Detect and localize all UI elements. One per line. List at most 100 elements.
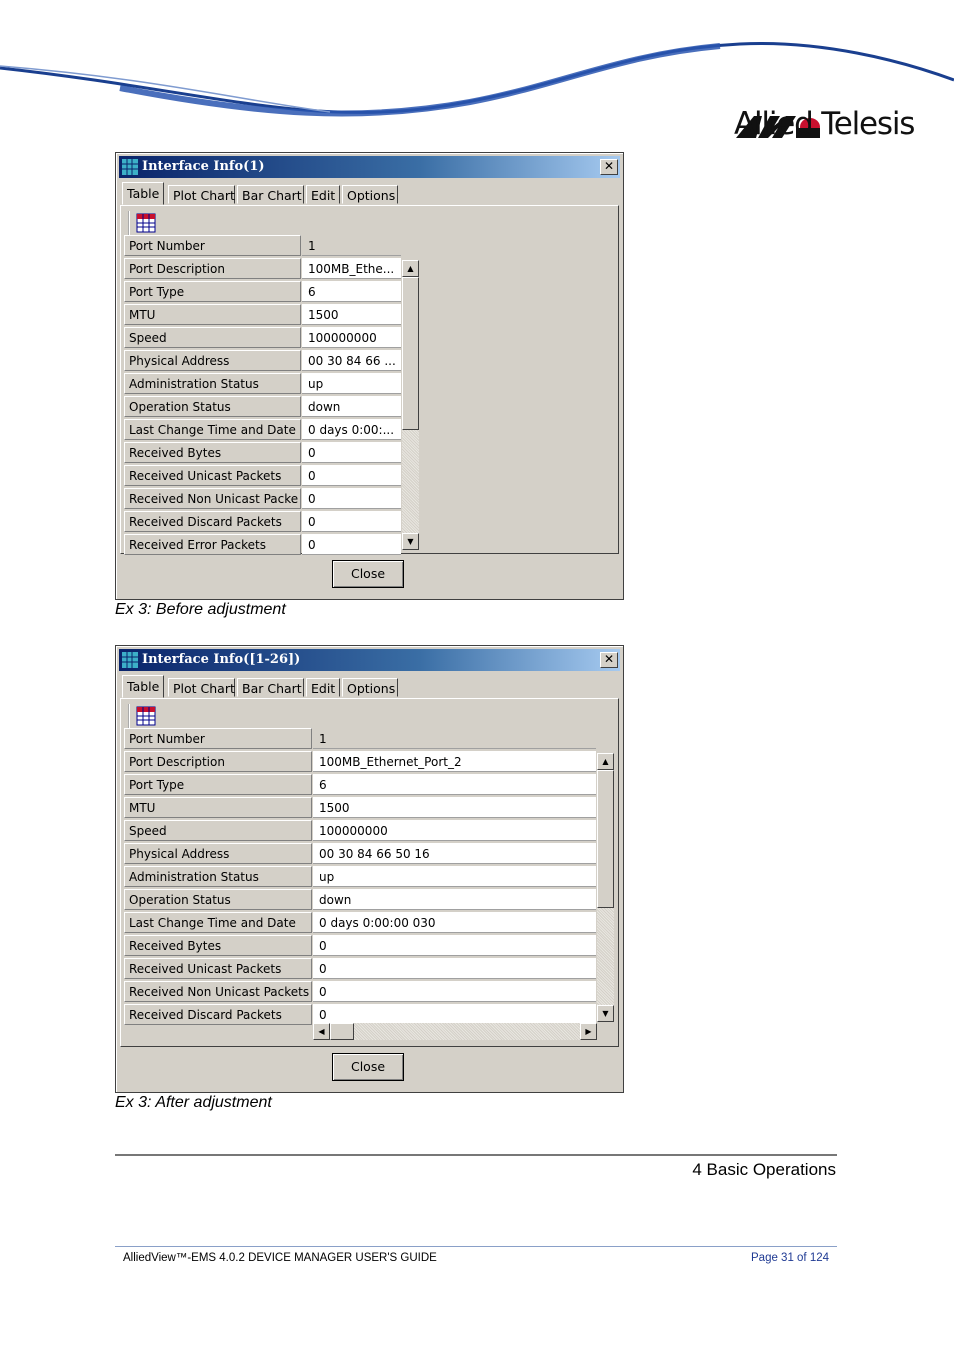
scroll-right-icon[interactable]: ▶ [580,1023,597,1040]
interface-info-window-before: Interface Info(1) ✕ Table Plot Chart Bar… [115,152,624,600]
caption-after: Ex 3: After adjustment [115,1094,272,1111]
row-value[interactable]: 0 [302,488,401,509]
window-title: Interface Info(1) [142,159,265,174]
tab-plot-chart[interactable]: Plot Chart [168,678,235,697]
row-value[interactable]: 0 [313,935,596,956]
horizontal-scrollbar[interactable]: ◀ ▶ [313,1023,597,1040]
tab-table[interactable]: Table [122,182,164,205]
row-value[interactable]: 1500 [313,797,596,818]
row-value[interactable]: 100000000 [313,820,596,841]
row-label: Port Number [124,728,312,749]
tab-table[interactable]: Table [122,675,164,698]
row-label: Port Type [124,774,312,795]
row-value[interactable]: 0 [313,1004,596,1025]
row-value[interactable]: 100MB_Ethernet_Port_2 [313,751,596,772]
row-label: Port Type [124,281,301,302]
row-label: Port Description [124,258,301,279]
scroll-down-icon[interactable]: ▼ [402,533,419,550]
tab-bar-chart[interactable]: Bar Chart [237,185,304,204]
row-value[interactable]: up [302,373,401,394]
table-view-icon [136,706,156,726]
row-label: Administration Status [124,866,312,887]
close-icon[interactable]: ✕ [600,652,618,668]
row-label: Physical Address [124,350,301,371]
row-value[interactable]: 0 days 0:00:00 030 [313,912,596,933]
table-grid-icon [122,159,138,175]
caption-before: Ex 3: Before adjustment [115,601,286,618]
brand-name: Allied Telesis [734,106,915,142]
row-value[interactable]: 00 30 84 66 50 16 [313,843,596,864]
footer-page-number: Page 31 of 124 [751,1252,830,1264]
row-value[interactable]: 100000000 [302,327,401,348]
row-label: Received Error Packets [124,534,301,555]
window-titlebar[interactable]: Interface Info(1) ✕ [119,156,620,178]
row-value[interactable]: up [313,866,596,887]
row-value[interactable]: 0 days 0:00:... [302,419,401,440]
row-label: Speed [124,327,301,348]
scroll-thumb[interactable] [597,770,614,908]
row-value[interactable]: 6 [313,774,596,795]
row-label: MTU [124,797,312,818]
footer-divider [115,1246,837,1247]
row-value[interactable]: 0 [302,465,401,486]
toolbar-table-button[interactable] [128,211,156,235]
row-value: 1 [313,728,596,749]
row-label: Physical Address [124,843,312,864]
row-value[interactable]: 00 30 84 66 ... [302,350,401,371]
row-label: Last Change Time and Date [124,912,312,933]
row-value[interactable]: down [302,396,401,417]
table-view-icon [136,213,156,233]
row-value[interactable]: 0 [313,958,596,979]
row-label: Received Non Unicast Packets [124,981,312,1002]
row-value[interactable]: 0 [302,534,401,555]
scroll-up-icon[interactable]: ▲ [597,753,614,770]
row-label: Last Change Time and Date [124,419,301,440]
vertical-scrollbar[interactable]: ▲ ▼ [597,753,614,1022]
tab-options[interactable]: Options [342,185,398,204]
scroll-down-icon[interactable]: ▼ [597,1005,614,1022]
footer-doc-title: AlliedView™-EMS 4.0.2 DEVICE MANAGER USE… [123,1252,437,1264]
row-label: Operation Status [124,396,301,417]
row-label: Port Number [124,235,301,256]
row-label: Received Non Unicast Packe [124,488,301,509]
row-label: Received Unicast Packets [124,958,312,979]
scroll-up-icon[interactable]: ▲ [402,260,419,277]
tab-edit[interactable]: Edit [306,185,340,204]
row-value[interactable]: 1500 [302,304,401,325]
row-label: Received Bytes [124,442,301,463]
row-value[interactable]: 100MB_Ethe... [302,258,401,279]
row-value[interactable]: down [313,889,596,910]
scroll-left-icon[interactable]: ◀ [313,1023,330,1040]
window-title: Interface Info([1-26]) [142,652,301,667]
tab-edit[interactable]: Edit [306,678,340,697]
row-label: Received Bytes [124,935,312,956]
row-label: Operation Status [124,889,312,910]
row-label: Port Description [124,751,312,772]
scroll-thumb[interactable] [402,277,419,430]
row-label: Received Unicast Packets [124,465,301,486]
row-value[interactable]: 0 [313,981,596,1002]
tab-plot-chart[interactable]: Plot Chart [168,185,235,204]
tab-bar-chart[interactable]: Bar Chart [237,678,304,697]
row-label: Received Discard Packets [124,1004,312,1025]
row-value[interactable]: 0 [302,511,401,532]
close-button[interactable]: Close [332,1053,404,1081]
vertical-scrollbar[interactable]: ▲ ▼ [402,260,419,550]
row-value[interactable]: 0 [302,442,401,463]
close-icon[interactable]: ✕ [600,159,618,175]
row-label: MTU [124,304,301,325]
row-label: Received Discard Packets [124,511,301,532]
tab-options[interactable]: Options [342,678,398,697]
row-value: 1 [302,235,401,256]
scroll-thumb-horizontal[interactable] [330,1023,354,1040]
close-button[interactable]: Close [332,560,404,588]
window-titlebar[interactable]: Interface Info([1-26]) ✕ [119,649,620,671]
row-label: Administration Status [124,373,301,394]
row-label: Speed [124,820,312,841]
toolbar-table-button[interactable] [128,704,156,728]
table-grid-icon [122,652,138,668]
section-divider [115,1154,837,1156]
row-value[interactable]: 6 [302,281,401,302]
interface-info-window-after: Interface Info([1-26]) ✕ Table Plot Char… [115,645,624,1093]
section-title: 4 Basic Operations [692,1160,836,1179]
